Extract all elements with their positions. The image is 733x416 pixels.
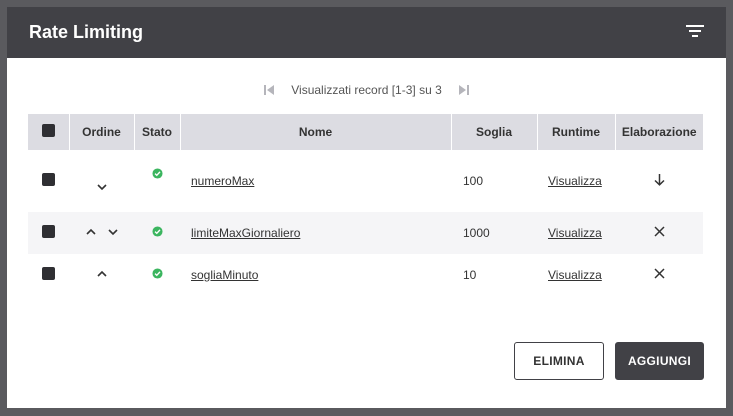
- elimina-button[interactable]: ELIMINA: [514, 342, 604, 380]
- close-icon[interactable]: [653, 267, 666, 280]
- close-icon[interactable]: [653, 225, 666, 238]
- rule-name-link[interactable]: sogliaMinuto: [191, 268, 258, 282]
- table-header-row: Ordine Stato Nome Soglia Runtime Elabora…: [28, 114, 703, 150]
- last-page-icon[interactable]: [458, 84, 470, 96]
- runtime-link[interactable]: Visualizza: [548, 268, 602, 282]
- pagination: Visualizzati record [1-3] su 3: [7, 80, 726, 100]
- move-up-icon[interactable]: [85, 226, 97, 238]
- row-checkbox[interactable]: [42, 173, 55, 186]
- rule-name-link[interactable]: numeroMax: [191, 174, 254, 188]
- column-header-stato[interactable]: Stato: [134, 114, 181, 150]
- aggiungi-button[interactable]: AGGIUNGI: [615, 342, 704, 380]
- runtime-link[interactable]: Visualizza: [548, 226, 602, 240]
- status-ok-icon: [151, 168, 163, 179]
- row-checkbox[interactable]: [42, 267, 55, 280]
- move-down-icon[interactable]: [96, 181, 108, 193]
- runtime-link[interactable]: Visualizza: [548, 174, 602, 188]
- move-up-icon[interactable]: [96, 268, 108, 280]
- soglia-value: 1000: [463, 226, 490, 240]
- status-ok-icon: [151, 226, 163, 237]
- rate-limiting-table: Ordine Stato Nome Soglia Runtime Elabora…: [28, 114, 703, 296]
- status-ok-icon: [151, 268, 163, 279]
- table-row: sogliaMinuto 10 Visualizza: [28, 254, 703, 296]
- select-all-checkbox[interactable]: [41, 124, 55, 137]
- filter-icon[interactable]: [686, 24, 704, 38]
- soglia-value: 10: [463, 268, 477, 282]
- column-header-elaborazione[interactable]: Elaborazione: [615, 114, 703, 150]
- column-header-runtime[interactable]: Runtime: [537, 114, 616, 150]
- column-header-ordine[interactable]: Ordine: [69, 114, 135, 150]
- row-checkbox[interactable]: [42, 225, 55, 238]
- rate-limiting-dialog: Rate Limiting Visualizzati record [1-3] …: [7, 7, 726, 408]
- move-down-icon[interactable]: [107, 226, 119, 238]
- soglia-value: 100: [463, 174, 484, 188]
- table-row: limiteMaxGiornaliero 1000 Visualizza: [28, 212, 703, 254]
- column-header-nome[interactable]: Nome: [180, 114, 452, 150]
- column-header-soglia[interactable]: Soglia: [451, 114, 538, 150]
- table-row: numeroMax 100 Visualizza: [28, 150, 703, 212]
- dialog-header: Rate Limiting: [7, 7, 726, 58]
- rule-name-link[interactable]: limiteMaxGiornaliero: [191, 226, 300, 240]
- dialog-title: Rate Limiting: [29, 22, 144, 42]
- select-all-header: [28, 114, 70, 150]
- pagination-text: Visualizzati record [1-3] su 3: [291, 83, 442, 97]
- first-page-icon[interactable]: [263, 84, 275, 96]
- arrow-down-icon[interactable]: [653, 173, 666, 186]
